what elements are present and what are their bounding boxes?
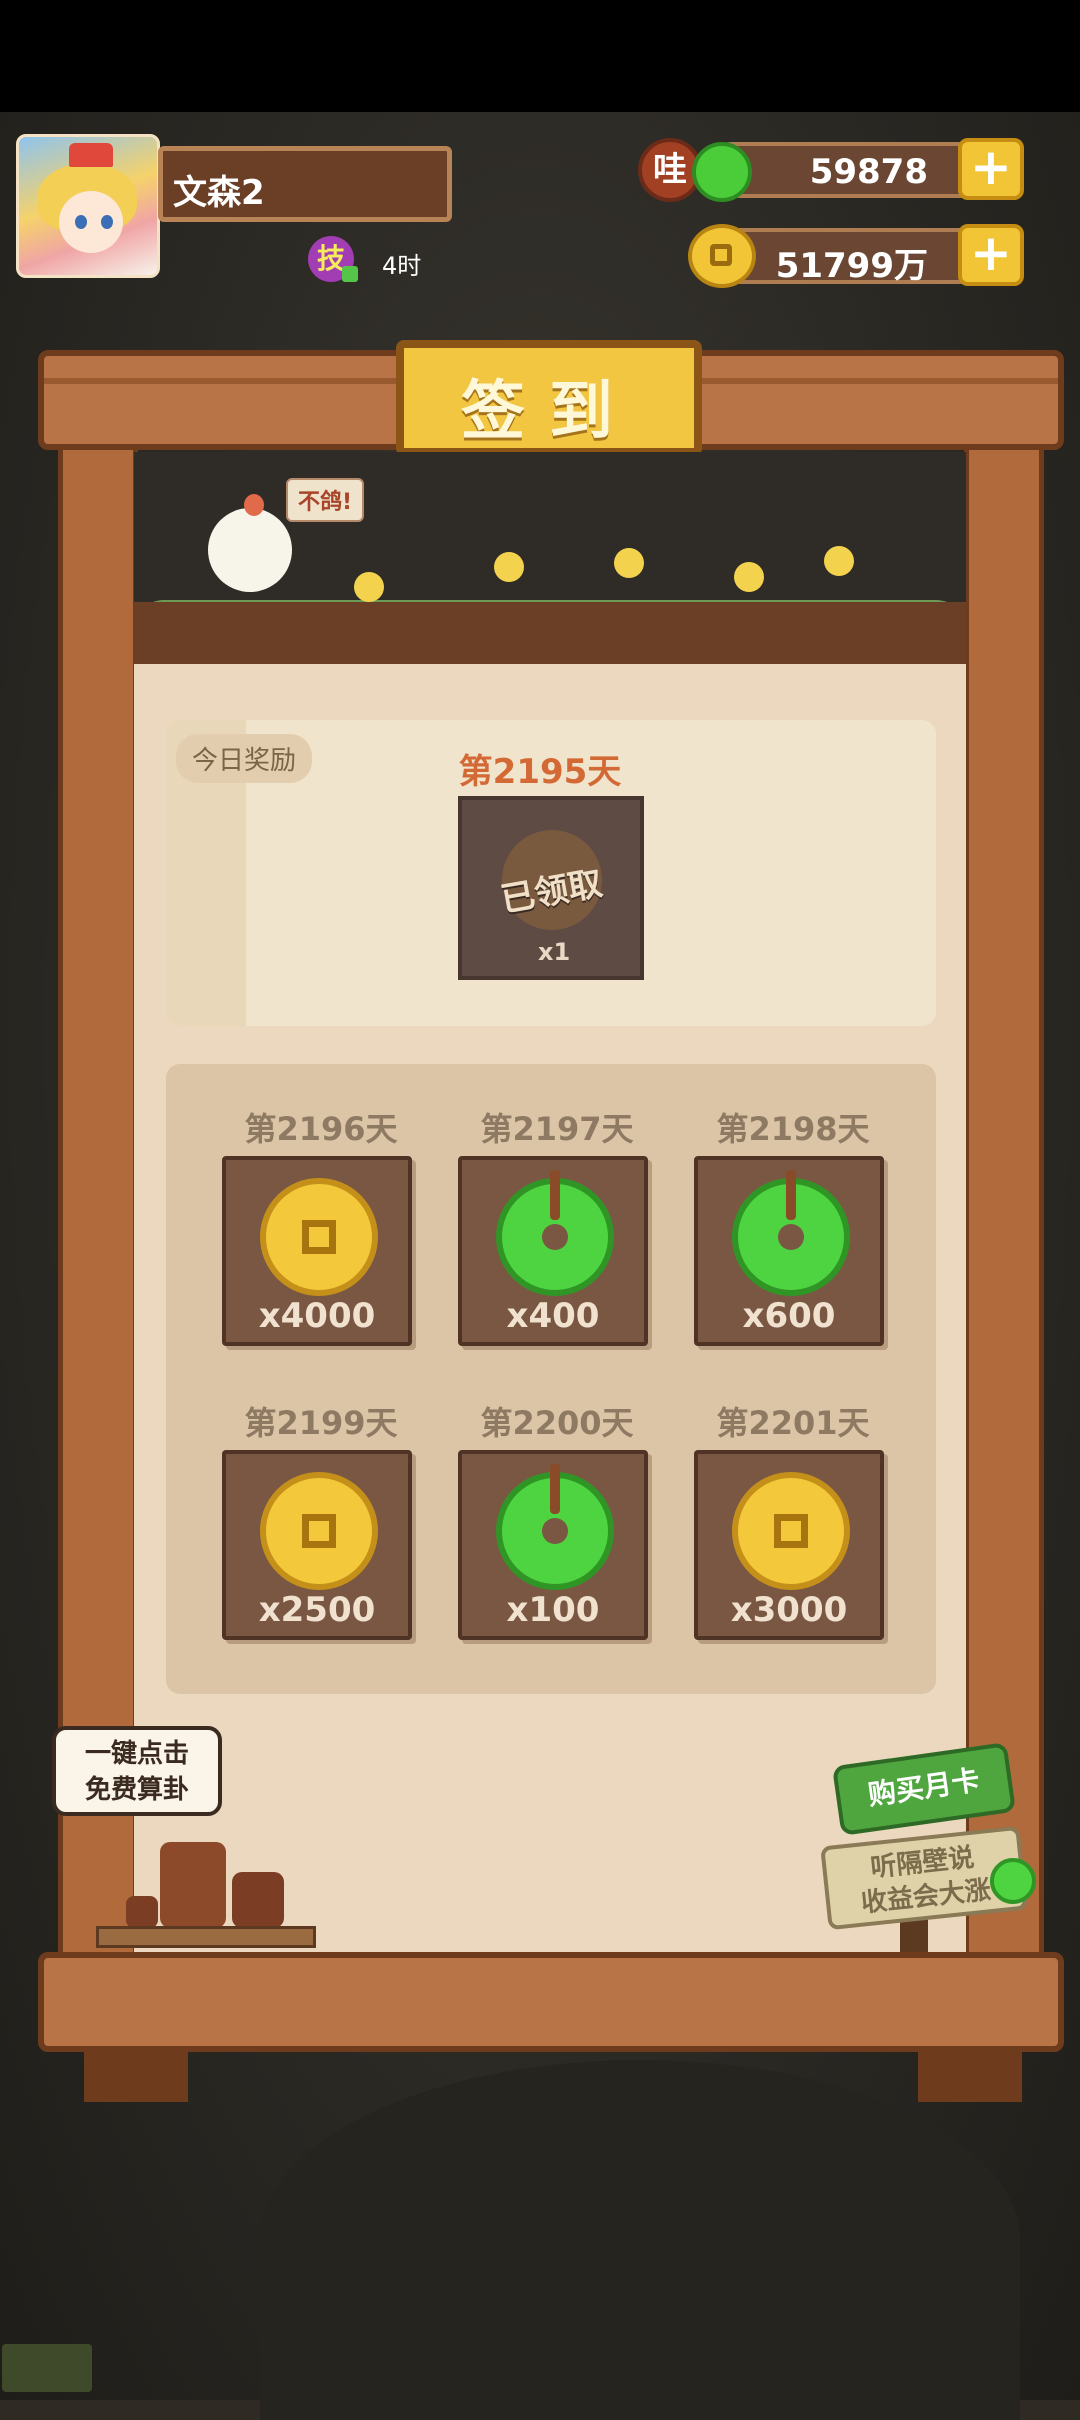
gold-coin-icon xyxy=(260,1472,378,1590)
chick-speech-bubble: 不鸽! xyxy=(286,478,365,522)
reward-qty: x3000 xyxy=(730,1590,848,1630)
reward-item[interactable]: x2500 xyxy=(222,1450,412,1640)
jade-currency-icon xyxy=(692,142,752,202)
player-name: 文森2 xyxy=(173,173,265,213)
gold-coin-icon xyxy=(732,1472,850,1590)
skill-timer: 4时 xyxy=(382,252,422,280)
skill-icon[interactable]: 技 xyxy=(308,236,358,282)
jade-icon xyxy=(990,1858,1036,1904)
jar-icon xyxy=(160,1842,226,1928)
today-reward-item[interactable]: 已领取 x1 xyxy=(458,796,644,980)
reward-qty: x100 xyxy=(506,1590,600,1630)
page-title: 签到 xyxy=(461,375,637,449)
jade-amount: 59878 xyxy=(809,152,928,192)
jade-icon xyxy=(496,1464,614,1590)
flower-icon xyxy=(734,562,764,592)
coin-amount: 51799万 xyxy=(775,246,928,286)
today-reward-qty: x1 xyxy=(538,938,571,966)
reward-day-label: 第2196天 xyxy=(244,1110,398,1148)
avatar-eye xyxy=(75,215,87,229)
reward-qty: x600 xyxy=(742,1296,836,1336)
month-card-pole xyxy=(900,1918,928,1952)
shelf xyxy=(96,1926,316,1948)
reward-item[interactable]: x600 xyxy=(694,1156,884,1346)
reward-day-label: 第2199天 xyxy=(244,1404,398,1442)
jade-icon xyxy=(496,1170,614,1296)
avatar-crown xyxy=(69,143,113,167)
avatar-face xyxy=(59,191,123,253)
flower-icon xyxy=(494,552,524,582)
background-hill xyxy=(260,2060,1020,2420)
reward-day-label: 第2198天 xyxy=(716,1110,870,1148)
fortune-line-1: 一键点击 xyxy=(84,1739,189,1769)
jar-icon xyxy=(232,1872,284,1928)
frame-bottom-beam xyxy=(38,1952,1064,2052)
reward-item[interactable]: x4000 xyxy=(222,1156,412,1346)
reward-day-label: 第2201天 xyxy=(716,1404,870,1442)
reward-item[interactable]: x400 xyxy=(458,1156,648,1346)
add-coin-button[interactable]: + xyxy=(958,224,1024,286)
chick-icon[interactable] xyxy=(208,494,292,592)
title-sign: 签到 xyxy=(396,340,702,456)
avatar-eye xyxy=(101,215,113,229)
status-bar xyxy=(0,0,1080,112)
reward-item[interactable]: x3000 xyxy=(694,1450,884,1640)
flower-icon xyxy=(354,572,384,602)
jade-icon xyxy=(732,1170,850,1296)
player-name-box: 文森2 xyxy=(158,146,452,222)
reward-day-label: 第2197天 xyxy=(480,1110,634,1148)
corner-decoration xyxy=(2,2344,92,2392)
jar-icon xyxy=(126,1896,158,1928)
reward-day-label: 第2200天 xyxy=(480,1404,634,1442)
reward-qty: x4000 xyxy=(258,1296,376,1336)
flower-icon xyxy=(824,546,854,576)
gold-coin-icon xyxy=(260,1178,378,1296)
player-avatar[interactable] xyxy=(16,134,160,278)
fortune-line-2: 免费算卦 xyxy=(84,1775,189,1805)
flower-icon xyxy=(614,548,644,578)
reward-item[interactable]: x100 xyxy=(458,1450,648,1640)
today-day-label: 第2195天 xyxy=(458,752,622,792)
frame-inner-beam xyxy=(134,602,966,670)
frame-foot-left xyxy=(84,2052,188,2102)
free-fortune-button[interactable]: 一键点击 免费算卦 xyxy=(52,1726,222,1816)
coin-currency-icon xyxy=(688,224,756,288)
add-jade-button[interactable]: + xyxy=(958,138,1024,200)
frame-foot-right xyxy=(918,2052,1022,2102)
reward-qty: x400 xyxy=(506,1296,600,1336)
reward-qty: x2500 xyxy=(258,1590,376,1630)
